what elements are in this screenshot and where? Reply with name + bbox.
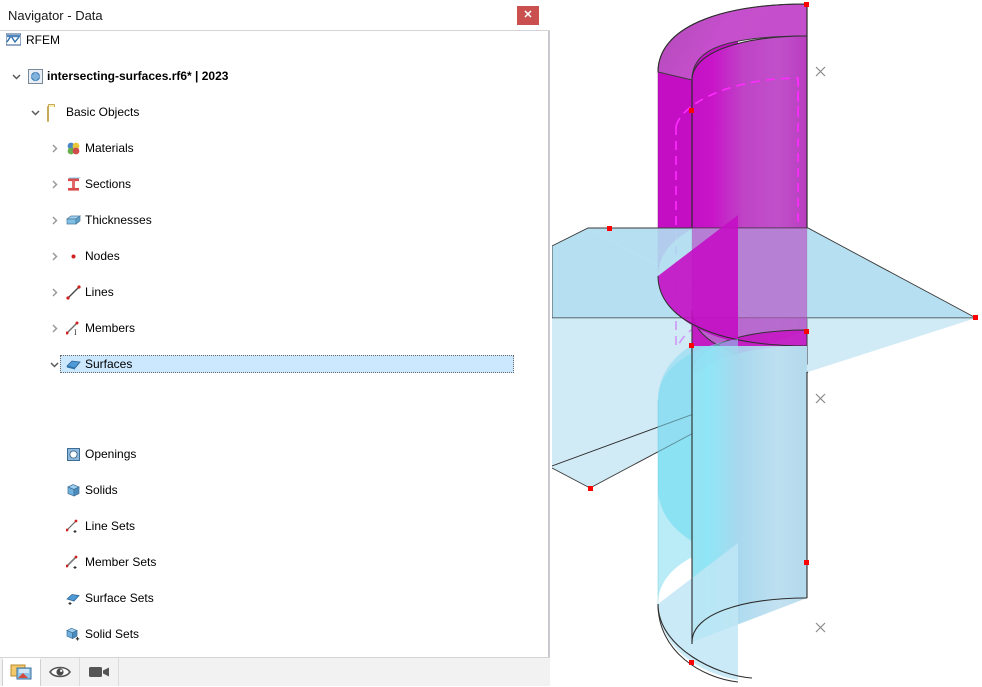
tree-item-solids[interactable]: Solids [0,481,548,499]
nodes-icon [66,249,81,264]
solids-icon [66,483,81,498]
tree-item-intersecting-surfaces-rf6-2023[interactable]: intersecting-surfaces.rf6* | 2023 [0,67,548,85]
tree-item-surface-sets[interactable]: Surface Sets [0,589,548,607]
tree-item-label: Surface Sets [85,591,154,605]
tree-root-label: RFEM [26,33,60,47]
close-icon[interactable]: ✕ [517,6,539,25]
tree-item-label: Lines [85,285,114,299]
tree-item-label: Member Sets [85,555,157,569]
data-navigator-icon [3,664,34,687]
tree-item-label: Line Sets [85,519,136,533]
tree-item-sections[interactable]: Sections [0,175,548,193]
tree-item-label: Materials [85,141,134,155]
members-icon: I [65,321,81,337]
tree-item-label: intersecting-surfaces.rf6* | 2023 [47,69,229,83]
sections-icon [66,177,81,192]
line-sets-icon [65,519,81,534]
model-geometry [552,2,978,683]
chevron-right-icon[interactable] [48,175,61,193]
tree-item-materials[interactable]: Materials [0,139,548,157]
thicknesses-icon [65,213,82,228]
tree-item-label: Surfaces [85,357,133,371]
tree-item-members[interactable]: I Members [0,319,548,337]
model-file-icon [28,69,43,84]
tree-item-basic-objects[interactable]: Basic Objects [0,103,548,122]
chevron-right-icon[interactable] [48,211,61,229]
lines-icon [66,285,81,300]
solid-sets-icon [66,627,81,642]
display-navigator-tab[interactable] [41,658,80,686]
tree-item-member-sets[interactable]: Member Sets [0,553,548,571]
tree-item-label: Solid Sets [85,627,140,641]
chevron-down-icon[interactable] [48,355,61,373]
tree-item-openings[interactable]: Openings [0,445,548,463]
views-navigator-tab[interactable] [80,658,119,686]
openings-icon [66,447,81,462]
navigator-tab-strip [0,657,550,686]
tree-item-surfaces[interactable]: Surfaces [0,355,548,373]
folder-icon [47,105,62,122]
tree-item-nodes[interactable]: Nodes [0,247,548,265]
chevron-right-icon[interactable] [48,319,61,337]
page-title: Navigator - Data [8,8,103,23]
chevron-down-icon[interactable] [29,103,42,121]
tree-item-label: Sections [85,177,132,191]
navigator-titlebar: Navigator - Data ✕ [0,0,550,31]
surface-sets-icon [66,591,81,606]
chevron-right-icon[interactable] [48,283,61,301]
tree-item-line-sets[interactable]: Line Sets [0,517,548,535]
tree-item-label: Members [85,321,136,335]
svg-text:I: I [74,328,77,336]
surfaces-icon [66,357,81,372]
camera-icon [80,667,110,682]
model-viewport-3d[interactable] [552,0,982,686]
chevron-right-icon[interactable] [48,247,61,265]
tree-item-solid-sets[interactable]: Solid Sets [0,625,548,643]
tree-item-label: Basic Objects [66,105,140,119]
tree-item-lines[interactable]: Lines [0,283,548,301]
chevron-down-icon[interactable] [10,67,23,85]
data-tree[interactable]: RFEM intersecting-surfaces.rf6* | 2023 Ba… [0,31,548,657]
tree-item-label: Thicknesses [85,213,152,227]
navigator-panel: Navigator - Data ✕ RFEM intersecting-sur… [0,0,550,686]
data-navigator-tab[interactable] [2,658,41,686]
member-sets-icon [65,555,81,570]
tree-root-rfem[interactable]: RFEM [0,31,548,49]
tree-item-label: Nodes [85,249,120,263]
tree-item-label: Openings [85,447,137,461]
tree-item-thicknesses[interactable]: Thicknesses [0,211,548,229]
eye-icon [41,666,71,683]
chevron-right-icon[interactable] [48,139,61,157]
rfem-logo-icon [5,33,22,48]
tree-item-label: Solids [85,483,118,497]
materials-icon [66,141,81,156]
